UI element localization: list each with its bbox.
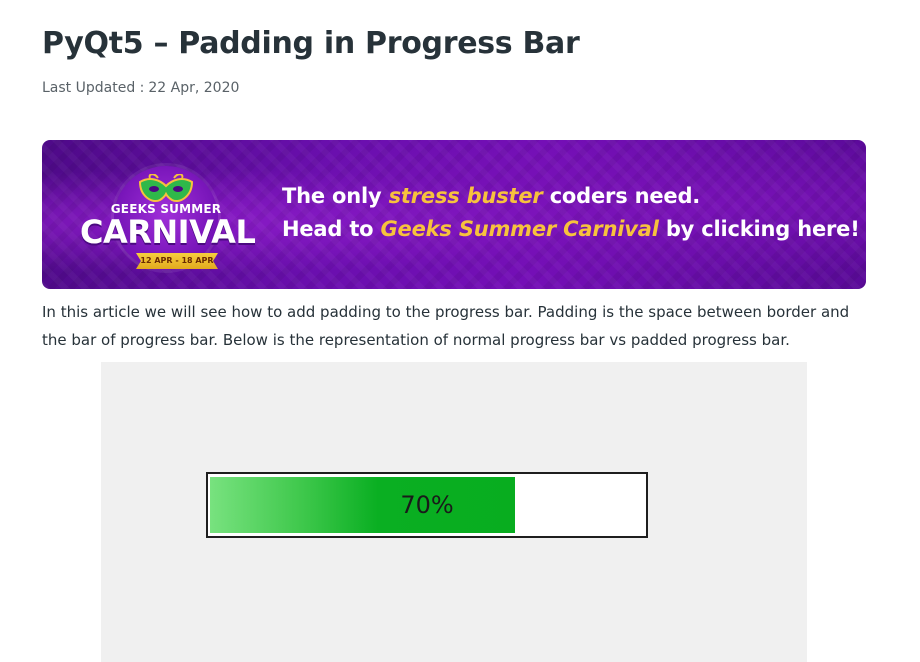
banner-line-1: The only stress buster coders need.: [282, 184, 700, 208]
logo-dates-ribbon: 12 APR - 18 APR: [136, 253, 218, 269]
banner-line-2: Head to Geeks Summer Carnival by clickin…: [282, 217, 860, 241]
progress-bar-text: 70%: [400, 491, 454, 519]
article-title: PyQt5 – Padding in Progress Bar: [42, 26, 580, 61]
banner-line-2-before: Head to: [282, 217, 381, 241]
logo-main-text: CARNIVAL: [80, 213, 256, 251]
summer-carnival-banner[interactable]: GEEKS SUMMER CARNIVAL 12 APR - 18 APR Th…: [42, 140, 866, 289]
last-updated-label: Last Updated :: [42, 80, 145, 96]
progress-bar: 70%: [206, 472, 648, 538]
banner-line-2-after: by clicking here!: [658, 217, 860, 241]
last-updated-date: 22 Apr, 2020: [148, 80, 240, 96]
carnival-logo: GEEKS SUMMER CARNIVAL 12 APR - 18 APR: [80, 160, 256, 272]
banner-line-1-before: The only: [282, 184, 389, 208]
last-updated: Last Updated :22 Apr, 2020: [42, 78, 239, 98]
banner-line-2-highlight: Geeks Summer Carnival: [380, 217, 659, 241]
article-intro: In this article we will see how to add p…: [42, 303, 850, 349]
banner-line-1-after: coders need.: [542, 184, 701, 208]
banner-line-1-highlight: stress buster: [388, 184, 543, 208]
progress-bar-figure: 70%: [101, 362, 807, 662]
